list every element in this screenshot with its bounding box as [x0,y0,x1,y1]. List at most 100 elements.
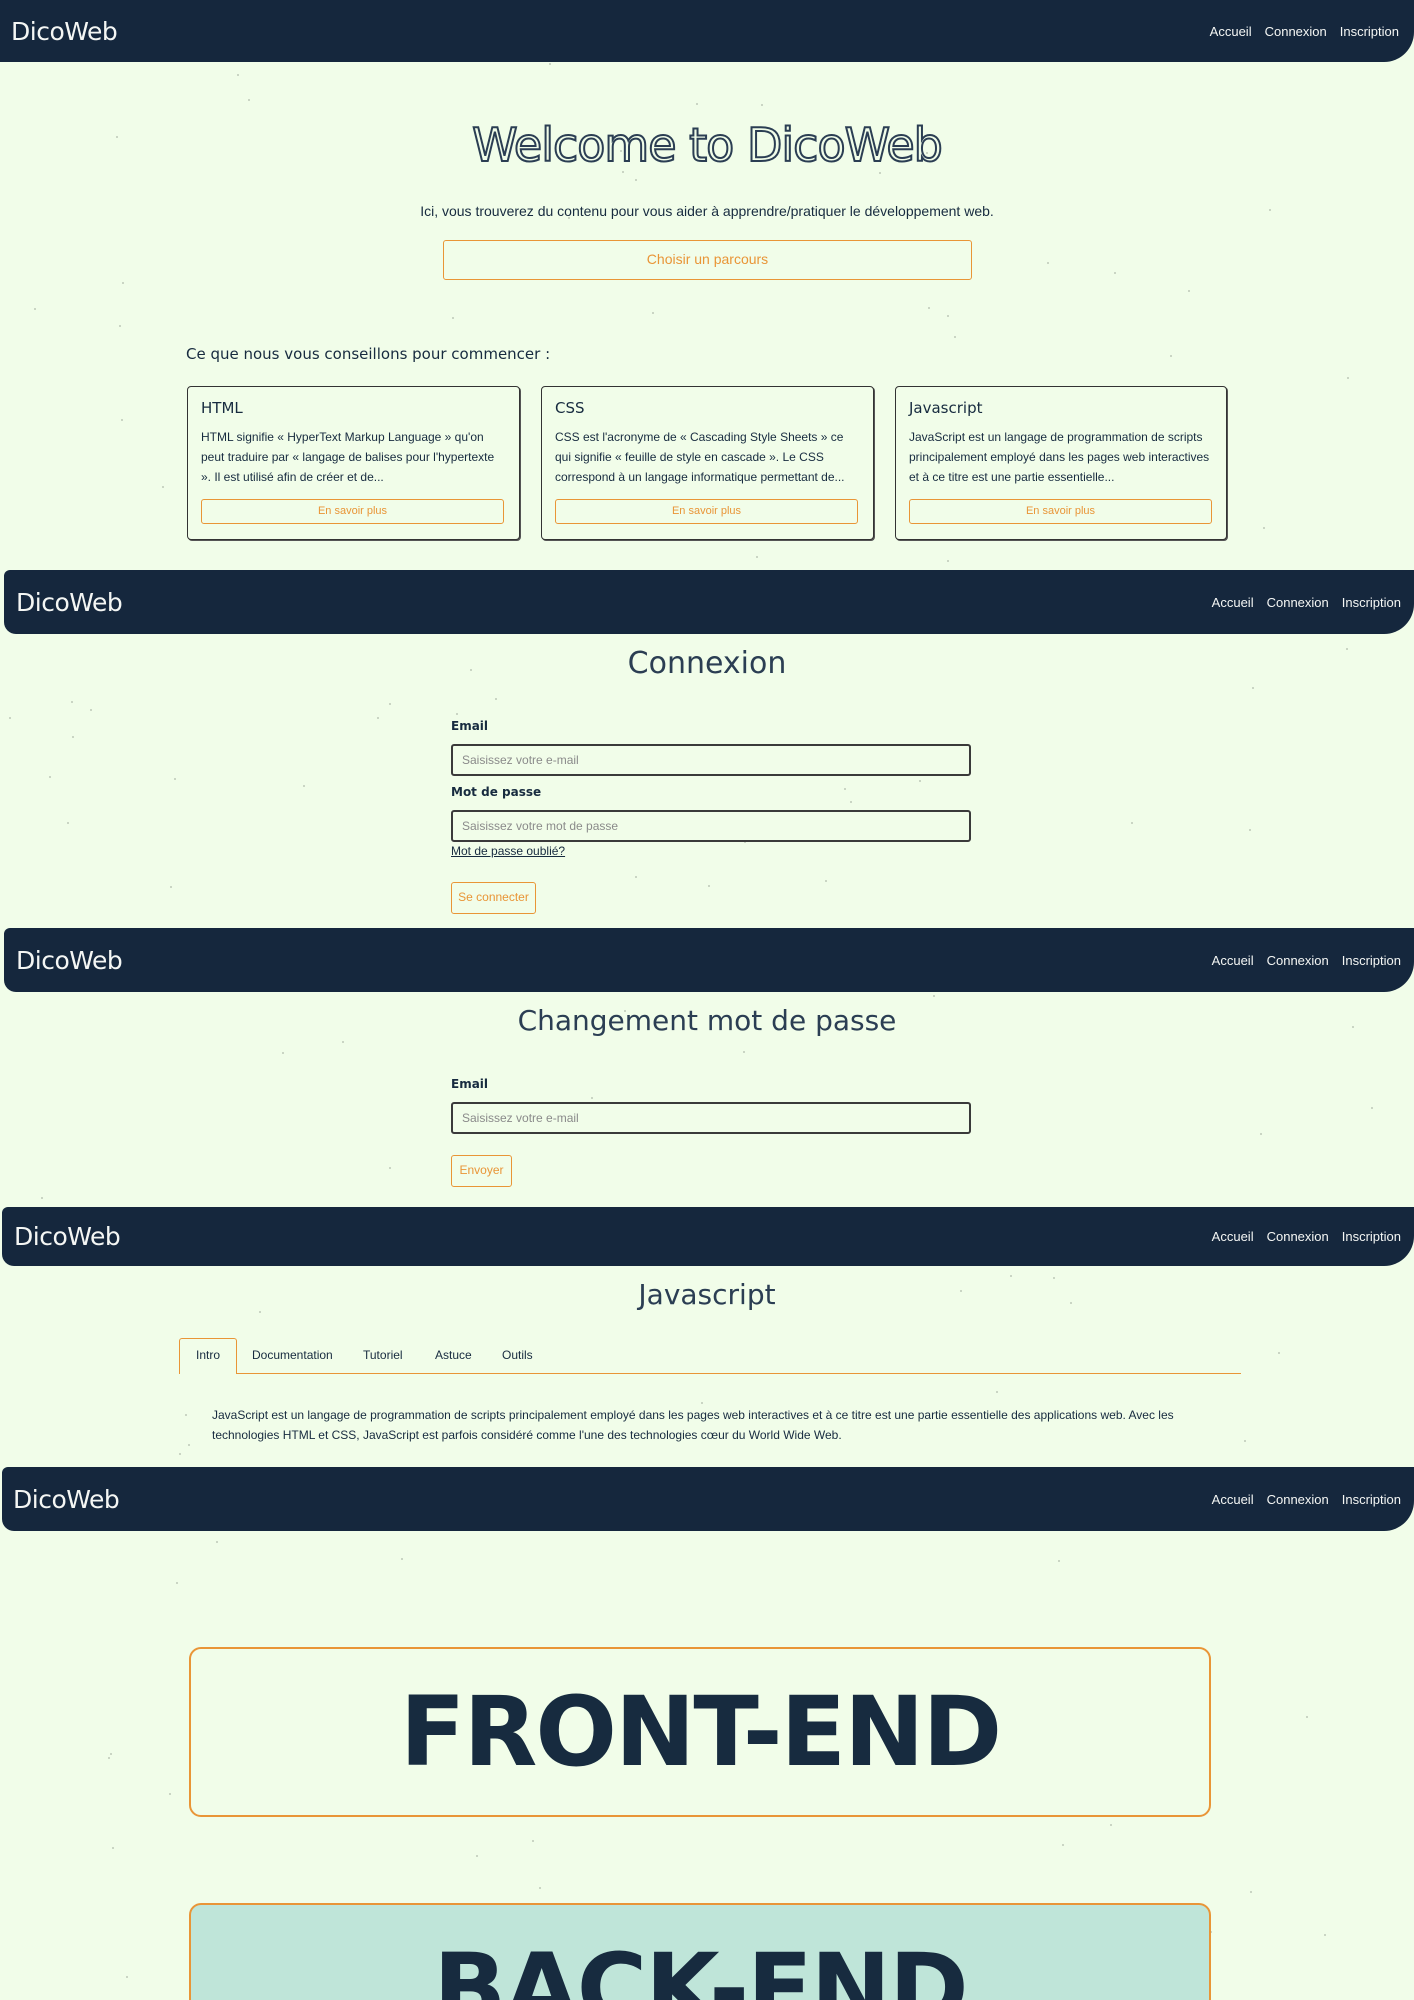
tab-astuce[interactable]: Astuce [435,1348,472,1362]
brand-logo[interactable]: DicoWeb [16,588,123,617]
reset-title: Changement mot de passe [517,1004,897,1037]
nav-link-connexion[interactable]: Connexion [1265,24,1327,39]
nav-link-accueil[interactable]: Accueil [1212,1492,1254,1507]
speckle [1114,272,1116,274]
speckle [879,172,881,174]
speckle [954,336,956,338]
section-title: Ce que nous vous conseillons pour commen… [186,345,551,363]
tab-intro[interactable]: Intro [179,1338,237,1374]
speckle [41,1197,43,1199]
nav-link-connexion[interactable]: Connexion [1267,953,1329,968]
home-subtitle: Ici, vous trouverez du contenu pour vous… [420,203,994,219]
speckle [919,780,921,782]
speckle [1058,1560,1060,1562]
speckle [389,703,391,705]
speckle [1170,355,1172,357]
speckle [652,312,654,314]
email-field[interactable]: Saisissez votre e-mail [451,1102,971,1134]
back-end-label: BACK-END [433,1933,968,2000]
password-field[interactable]: Saisissez votre mot de passe [451,810,971,842]
page-title: Welcome to DicoWeb [471,117,944,173]
learn-more-button[interactable]: En savoir plus [909,499,1212,524]
brand-logo[interactable]: DicoWeb [16,946,123,975]
speckle [928,307,930,309]
speckle [282,1052,284,1054]
speckle [696,103,698,105]
speckle [1110,1824,1112,1826]
card-text: CSS est l'acronyme de « Cascading Style … [555,430,845,484]
speckle [456,713,458,715]
login-button[interactable]: Se connecter [451,882,536,914]
nav-link-connexion[interactable]: Connexion [1267,1229,1329,1244]
tab-tutoriel[interactable]: Tutoriel [363,1348,403,1362]
nav-link-inscription[interactable]: Inscription [1340,24,1399,39]
send-button[interactable]: Envoyer [451,1155,512,1187]
speckle [303,785,305,787]
nav-link-inscription[interactable]: Inscription [1342,953,1401,968]
speckle [185,1414,187,1416]
speckle [1278,1352,1280,1354]
card-title: CSS [555,399,585,417]
speckle [1250,1891,1252,1893]
nav-link-inscription[interactable]: Inscription [1342,1492,1401,1507]
speckle [756,556,758,558]
speckle [126,1976,128,1978]
speckle [701,1402,703,1404]
speckle [174,778,176,780]
speckle [179,1453,181,1455]
nav-link-accueil[interactable]: Accueil [1212,595,1254,610]
nav-link-accueil[interactable]: Accueil [1212,953,1254,968]
speckle [176,1582,178,1584]
tab-label: Intro [195,1348,220,1362]
back-end-path-card[interactable]: BACK-END [189,1903,1211,2000]
speckle [476,1855,478,1857]
course-card-javascript: Javascript JavaScript est un langage de … [895,386,1227,540]
speckle [947,560,949,562]
speckle [72,736,74,738]
speckle [1249,829,1251,831]
speckle [1371,1107,1373,1109]
brand-logo[interactable]: DicoWeb [13,1485,120,1514]
card-title: HTML [201,399,243,417]
front-end-path-card[interactable]: FRONT-END [189,1647,1211,1817]
navbar: DicoWeb Accueil Connexion Inscription [2,1467,1414,1531]
nav-link-inscription[interactable]: Inscription [1342,1229,1401,1244]
speckle [743,1051,745,1053]
brand-logo[interactable]: DicoWeb [11,17,118,46]
nav-links: Accueil Connexion Inscription [1212,1492,1401,1507]
email-label: Email [451,1077,489,1091]
speckle [1188,290,1190,292]
card-text: HTML signifie « HyperText Markup Languag… [201,430,495,484]
nav-link-accueil[interactable]: Accueil [1212,1229,1254,1244]
navbar: DicoWeb Accueil Connexion Inscription [0,0,1414,62]
learn-more-button[interactable]: En savoir plus [555,499,858,524]
speckle [1347,377,1349,379]
tab-outils[interactable]: Outils [502,1348,533,1362]
nav-link-accueil[interactable]: Accueil [1210,24,1252,39]
nav-links: Accueil Connexion Inscription [1212,953,1401,968]
speckle [90,709,92,711]
speckle [389,1167,391,1169]
speckle [996,1391,998,1393]
forgot-password-link[interactable]: Mot de passe oublié? [451,844,565,858]
speckle [49,776,51,778]
speckle [532,1840,534,1842]
nav-link-connexion[interactable]: Connexion [1267,595,1329,610]
front-end-label: FRONT-END [399,1676,1002,1788]
brand-logo[interactable]: DicoWeb [14,1222,121,1251]
speckle [108,1757,110,1759]
tab-bar [179,1338,1241,1374]
speckle [169,1793,171,1795]
nav-link-connexion[interactable]: Connexion [1267,1492,1329,1507]
nav-link-inscription[interactable]: Inscription [1342,595,1401,610]
email-field[interactable]: Saisissez votre e-mail [451,744,971,776]
course-card-html: HTML HTML signifie « HyperText Markup La… [187,386,520,540]
choose-path-button[interactable]: Choisir un parcours [443,240,972,280]
tab-documentation[interactable]: Documentation [252,1348,333,1362]
learn-more-button[interactable]: En savoir plus [201,499,504,524]
card-title: Javascript [909,399,983,417]
speckle [110,1753,112,1755]
speckle [122,282,124,284]
navbar: DicoWeb Accueil Connexion Inscription [4,928,1414,992]
password-label: Mot de passe [451,785,542,799]
